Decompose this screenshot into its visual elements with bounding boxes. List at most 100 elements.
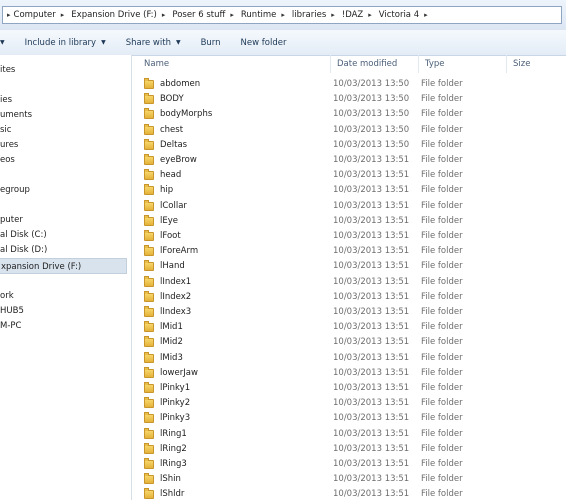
file-name-cell: lIndex1 [144,275,191,290]
chevron-right-icon[interactable]: ▸ [368,11,372,19]
file-row[interactable]: lRing1 10/03/2013 13:51 File folder [132,427,566,442]
nav-item-documents[interactable]: uments [0,107,32,123]
file-type: File folder [421,322,463,333]
file-row[interactable]: lRing3 10/03/2013 13:51 File folder [132,457,566,472]
chevron-right-icon[interactable]: ▸ [281,11,285,19]
file-name: lIndex3 [160,307,192,317]
file-row[interactable]: head 10/03/2013 13:51 File folder [132,168,566,183]
file-row[interactable]: eyeBrow 10/03/2013 13:51 File folder [132,153,566,168]
breadcrumb-daz[interactable]: !DAZ [339,10,366,20]
nav-item-m-pc[interactable]: M-PC [0,318,21,334]
file-row[interactable]: lHand 10/03/2013 13:51 File folder [132,259,566,274]
file-type: File folder [421,155,463,165]
file-row[interactable]: lCollar 10/03/2013 13:51 File folder [132,199,566,214]
file-row[interactable]: lMid2 10/03/2013 13:51 File folder [132,335,566,350]
file-name: lShldr [160,489,185,500]
file-row[interactable]: bodyMorphs 10/03/2013 13:50 File folder [132,107,566,122]
file-name: lMid2 [160,337,183,348]
nav-item-expansion-drive-f[interactable]: xpansion Drive (F:) [0,258,127,274]
breadcrumb-computer[interactable]: Computer [11,10,59,20]
nav-item-computer[interactable]: puter [0,212,23,228]
folder-icon [144,93,154,105]
file-row[interactable]: lPinky3 10/03/2013 13:51 File folder [132,411,566,426]
file-name-cell: bodyMorphs [144,107,212,122]
chevron-right-icon[interactable]: ▸ [230,11,234,19]
file-name: lIndex1 [160,276,192,287]
file-name-cell: lShin [144,472,181,487]
breadcrumb-runtime[interactable]: Runtime [238,10,280,20]
file-row[interactable]: lRing2 10/03/2013 13:51 File folder [132,442,566,457]
file-name-cell: lowerJaw [144,366,198,381]
nav-item-videos[interactable]: eos [0,152,15,168]
column-header-row: ^ Name Date modified Type Size [132,55,566,73]
chevron-right-icon[interactable]: ▸ [331,11,335,19]
nav-item-homegroup[interactable]: egroup [0,182,30,198]
nav-item-hub5[interactable]: HUB5 [0,303,24,319]
file-row[interactable]: lPinky2 10/03/2013 13:51 File folder [132,396,566,411]
breadcrumb-poser-6-stuff[interactable]: Poser 6 stuff [169,10,228,20]
file-type: File folder [421,79,463,89]
chevron-right-icon[interactable]: ▸ [424,11,428,19]
file-row[interactable]: lShldr 10/03/2013 13:51 File folder [132,487,566,500]
file-row[interactable]: lMid1 10/03/2013 13:51 File folder [132,320,566,335]
folder-icon [144,458,154,469]
file-type: File folder [421,170,463,181]
file-date-modified: 10/03/2013 13:50 [333,79,410,89]
nav-item-network[interactable]: ork [0,288,14,304]
file-type: File folder [421,337,463,348]
file-type: File folder [421,139,463,150]
address-field[interactable]: ▸ Computer ▸ Expansion Drive (F:) ▸ Pose… [2,6,562,24]
file-row[interactable]: lowerJaw 10/03/2013 13:51 File folder [132,366,566,381]
column-header-name[interactable]: Name [138,55,331,73]
file-row[interactable]: Deltas 10/03/2013 13:50 File folder [132,138,566,153]
breadcrumb-overflow-icon[interactable]: ▸ [3,11,11,19]
file-row[interactable]: lIndex3 10/03/2013 13:51 File folder [132,305,566,320]
file-row[interactable]: abdomen 10/03/2013 13:50 File folder [132,77,566,92]
chevron-down-icon: ▼ [175,39,181,46]
file-row[interactable]: lPinky1 10/03/2013 13:51 File folder [132,381,566,396]
file-row[interactable]: lEye 10/03/2013 13:51 File folder [132,214,566,229]
file-name: lPinky1 [160,383,191,393]
file-row[interactable]: lForeArm 10/03/2013 13:51 File folder [132,244,566,259]
breadcrumb-libraries[interactable]: libraries [289,10,329,20]
folder-icon [144,382,154,393]
breadcrumb-expansion-drive[interactable]: Expansion Drive (F:) [68,10,160,20]
column-header-date-modified[interactable]: Date modified [331,55,419,73]
column-header-type[interactable]: Type [419,55,507,73]
nav-item-favorites[interactable]: ites [0,62,15,78]
file-name-cell: chest [144,123,183,138]
file-row[interactable]: hip 10/03/2013 13:51 File folder [132,183,566,198]
nav-item-pictures[interactable]: ures [0,137,18,153]
chevron-right-icon[interactable]: ▸ [162,11,166,19]
file-row[interactable]: lIndex1 10/03/2013 13:51 File folder [132,275,566,290]
navigation-pane: ites ies uments sic ures eos egroup pute… [0,55,132,500]
include-in-library-button[interactable]: Include in library ▼ [19,32,112,53]
new-folder-button[interactable]: New folder [235,32,293,53]
file-row[interactable]: BODY 10/03/2013 13:50 File folder [132,92,566,107]
file-name-cell: lPinky1 [144,381,190,396]
nav-item-local-disk-d[interactable]: al Disk (D:) [0,242,47,258]
folder-icon [144,427,154,439]
folder-icon [144,290,154,302]
share-with-button[interactable]: Share with ▼ [120,32,187,53]
file-type: File folder [421,291,463,302]
breadcrumb-victoria-4[interactable]: Victoria 4 [376,10,422,20]
file-name: bodyMorphs [160,109,213,120]
file-row[interactable]: lMid3 10/03/2013 13:51 File folder [132,351,566,366]
folder-icon [144,306,154,317]
column-header-size[interactable]: Size [507,55,566,73]
folder-icon [144,108,154,120]
file-date-modified: 10/03/2013 13:50 [333,109,410,120]
file-row[interactable]: lFoot 10/03/2013 13:51 File folder [132,229,566,244]
chevron-right-icon[interactable]: ▸ [61,11,65,19]
file-type: File folder [421,246,463,257]
nav-item-libraries[interactable]: ies [0,92,12,108]
nav-item-local-disk-c[interactable]: al Disk (C:) [0,227,47,243]
organize-caret-button[interactable]: ▼ [0,32,19,53]
nav-item-music[interactable]: sic [0,122,11,138]
file-row[interactable]: chest 10/03/2013 13:50 File folder [132,123,566,138]
file-date-modified: 10/03/2013 13:51 [333,246,410,257]
burn-button[interactable]: Burn [195,32,227,53]
file-row[interactable]: lIndex2 10/03/2013 13:51 File folder [132,290,566,305]
file-row[interactable]: lShin 10/03/2013 13:51 File folder [132,472,566,487]
